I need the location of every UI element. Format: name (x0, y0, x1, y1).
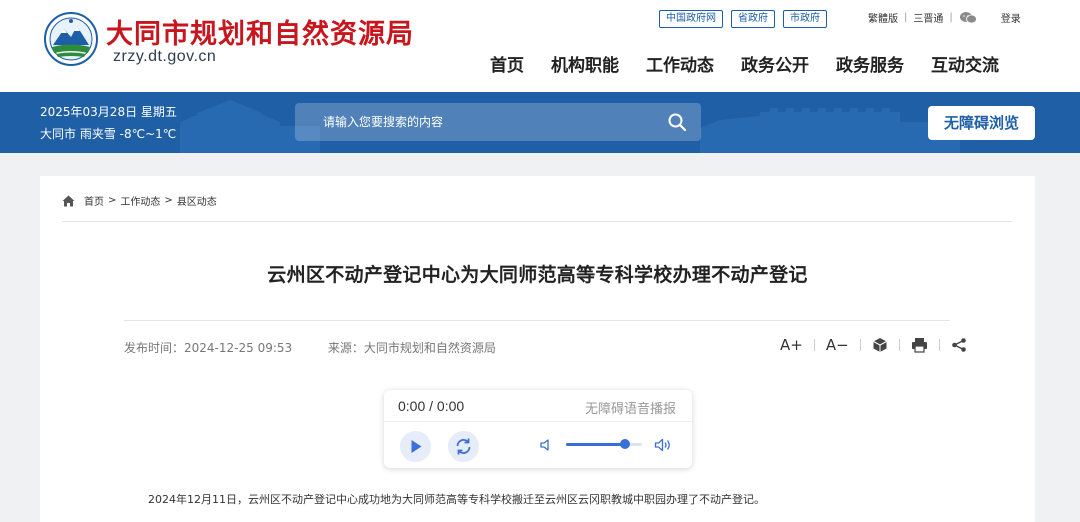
tool-separator (859, 339, 861, 351)
play-icon (411, 440, 422, 453)
tool-separator (938, 339, 940, 351)
separator: | (904, 12, 908, 23)
player-divider (384, 421, 692, 422)
accessibility-button[interactable]: 无障碍浏览 (928, 106, 1035, 140)
divider (124, 320, 950, 321)
publish-time: 2024-12-25 09:53 (184, 341, 293, 355)
font-increase-button[interactable]: A+ (780, 335, 803, 355)
search-input[interactable] (295, 103, 655, 141)
link-city-gov[interactable]: 市政府 (783, 10, 827, 28)
cube-icon[interactable] (872, 335, 888, 355)
site-logo[interactable] (44, 12, 98, 66)
player-time: 0:00 / 0:00 (398, 398, 465, 414)
breadcrumb-home[interactable]: 首页 (84, 193, 104, 208)
source-label: 来源： (327, 341, 364, 355)
breadcrumb-separator: > (108, 195, 117, 206)
main-nav: 首页 机构职能 工作动态 政务公开 政务服务 互动交流 (490, 51, 999, 76)
volume-high-icon[interactable] (654, 437, 672, 453)
nav-interaction[interactable]: 互动交流 (931, 51, 999, 76)
article-tools: A+ A− (780, 335, 967, 355)
print-icon[interactable] (911, 335, 928, 355)
site-domain: zrzy.dt.gov.cn (113, 48, 217, 65)
login-link[interactable]: 登录 (1001, 10, 1021, 25)
article-source: 大同市规划和自然资源局 (363, 341, 496, 355)
volume-low-icon[interactable] (539, 438, 553, 452)
traditional-chinese-link[interactable]: 繁體版 (868, 10, 898, 25)
current-date: 2025年03月28日 星期五 (40, 105, 177, 119)
nav-work-news[interactable]: 工作动态 (646, 51, 714, 76)
share-icon[interactable] (951, 335, 967, 355)
breadcrumb: 首页 > 工作动态 > 县区动态 (62, 193, 217, 208)
site-header: 大同市规划和自然资源局 zrzy.dt.gov.cn 中国政府网 省政府 市政府… (0, 0, 1080, 92)
play-button[interactable] (400, 431, 431, 462)
home-icon (62, 195, 75, 206)
tool-separator (813, 339, 815, 351)
tool-separator (898, 339, 900, 351)
link-central-gov[interactable]: 中国政府网 (659, 10, 723, 28)
loop-button[interactable] (448, 431, 479, 462)
weather-info: 大同市 雨夹雪 -8℃~1℃ (40, 127, 177, 141)
article-body: 2024年12月11日，云州区不动产登记中心成功地为大同师范高等专科学校搬迁至云… (148, 493, 765, 506)
gov-links: 中国政府网 省政府 市政府 (659, 10, 827, 28)
article-meta: 发布时间：2024-12-25 09:53 来源：大同市规划和自然资源局 (124, 339, 496, 356)
article-container: 首页 > 工作动态 > 县区动态 云州区不动产登记中心为大同师范高等专科学校办理… (40, 176, 1035, 522)
site-title[interactable]: 大同市规划和自然资源局 (106, 12, 414, 51)
volume-slider[interactable] (566, 439, 642, 449)
nav-home[interactable]: 首页 (490, 51, 524, 76)
player-label: 无障碍语音播报 (584, 402, 676, 417)
breadcrumb-separator: > (164, 195, 173, 206)
publish-label: 发布时间： (124, 341, 185, 355)
divider (62, 221, 1012, 222)
article-title: 云州区不动产登记中心为大同师范高等专科学校办理不动产登记 (267, 264, 808, 286)
nav-gov-services[interactable]: 政务服务 (836, 51, 904, 76)
nav-gov-affairs[interactable]: 政务公开 (741, 51, 809, 76)
breadcrumb-county-news[interactable]: 县区动态 (177, 193, 217, 208)
sanjintong-link[interactable]: 三晋通 (913, 10, 943, 25)
font-decrease-button[interactable]: A− (826, 335, 849, 355)
wechat-icon[interactable] (959, 11, 977, 24)
audio-player: 0:00 / 0:00 无障碍语音播报 (384, 390, 692, 468)
search-bar (295, 103, 701, 141)
nav-functions[interactable]: 机构职能 (551, 51, 619, 76)
volume-knob[interactable] (620, 439, 631, 449)
breadcrumb-work-news[interactable]: 工作动态 (120, 193, 160, 208)
banner-bar: 2025年03月28日 星期五 大同市 雨夹雪 -8℃~1℃ 无障碍浏览 (0, 92, 1080, 153)
loop-icon (456, 438, 471, 455)
volume-fill (566, 443, 626, 446)
link-province-gov[interactable]: 省政府 (731, 10, 775, 28)
utility-links: 繁體版 | 三晋通 | 登录 (868, 10, 1021, 25)
separator: | (949, 12, 953, 23)
search-icon[interactable] (667, 112, 687, 132)
